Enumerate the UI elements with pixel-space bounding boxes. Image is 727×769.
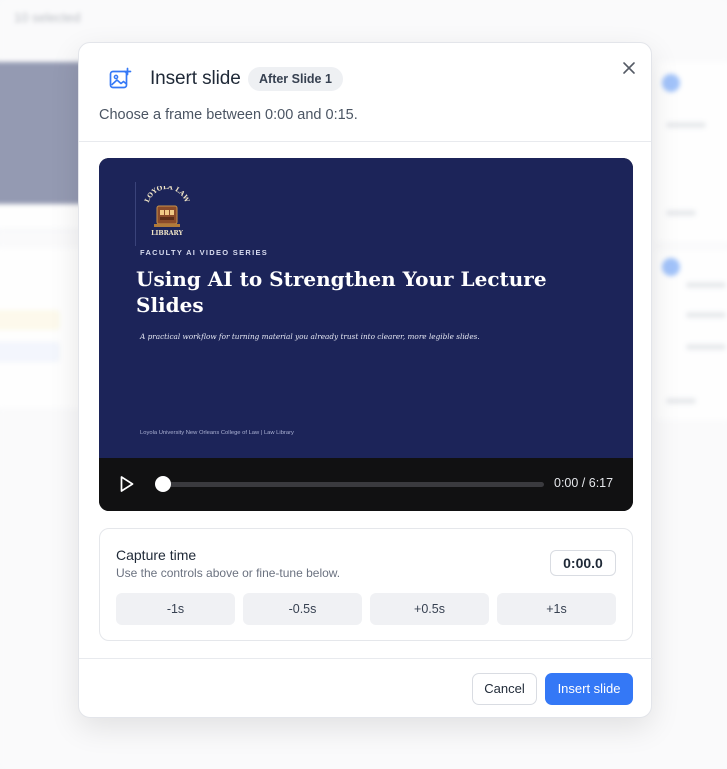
capture-time-help: Use the controls above or fine-tune belo… (116, 566, 341, 580)
seek-bar[interactable] (163, 482, 544, 487)
play-icon[interactable] (119, 475, 135, 493)
image-plus-icon (109, 67, 132, 89)
svg-text:LOYOLA LAW: LOYOLA LAW (143, 186, 191, 204)
dialog-subtitle: Choose a frame between 0:00 and 0:15. (99, 107, 358, 123)
dialog-footer: Cancel Insert slide (79, 658, 653, 718)
seek-handle[interactable] (155, 476, 171, 492)
insert-slide-dialog: Insert slide After Slide 1 Choose a fram… (78, 42, 653, 718)
law-library-logo: LOYOLA LAW LIBRARY (143, 186, 191, 237)
capture-time-field[interactable]: 0:00.0 (550, 550, 616, 576)
step-plus-1s-button[interactable]: +1s (497, 593, 616, 625)
video-player[interactable]: LOYOLA LAW LIBRARY FACULTY AI VIDEO SERI… (99, 158, 633, 511)
step-plus-half-second-button[interactable]: +0.5s (370, 593, 489, 625)
player-controls: 0:00 / 6:17 (99, 458, 633, 511)
close-icon[interactable] (619, 58, 639, 78)
slide-description: A practical workflow for turning materia… (140, 332, 480, 341)
cancel-button[interactable]: Cancel (472, 673, 537, 705)
capture-time-panel: Capture time Use the controls above or f… (99, 528, 633, 641)
playback-time: 0:00 / 6:17 (554, 476, 614, 490)
dialog-title: Insert slide (150, 68, 241, 89)
video-frame: LOYOLA LAW LIBRARY FACULTY AI VIDEO SERI… (99, 158, 633, 458)
insert-slide-button[interactable]: Insert slide (545, 673, 633, 705)
logo-text-top: LOYOLA LAW (143, 186, 191, 204)
slide-position-badge: After Slide 1 (248, 67, 343, 91)
slide-series-label: FACULTY AI VIDEO SERIES (140, 248, 269, 257)
slide-divider (135, 182, 136, 246)
slide-footer: Loyola University New Orleans College of… (140, 430, 294, 436)
dialog-header: Insert slide After Slide 1 Choose a fram… (79, 43, 651, 142)
slide-title: Using AI to Strengthen Your Lecture Slid… (136, 267, 547, 317)
capture-time-title: Capture time (116, 547, 197, 563)
step-minus-1s-button[interactable]: -1s (116, 593, 235, 625)
step-minus-half-second-button[interactable]: -0.5s (243, 593, 362, 625)
logo-text-bottom: LIBRARY (151, 230, 183, 237)
